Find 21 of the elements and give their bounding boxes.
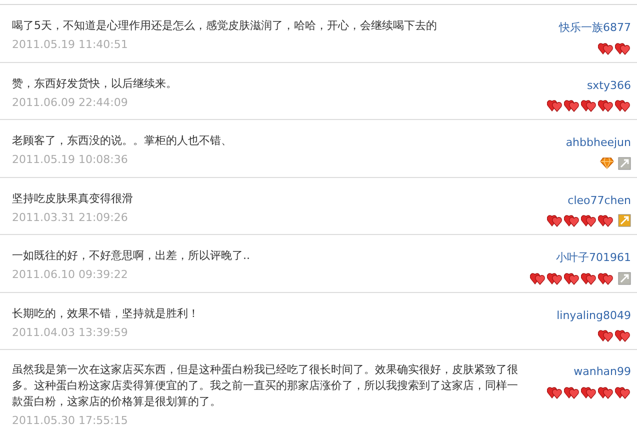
review-comment: 一如既往的好，不好意思啊，出差，所以评晚了..	[12, 248, 251, 264]
username-link[interactable]: sxty366	[586, 78, 631, 94]
review-comment: 老顾客了，东西没的说。。掌柜的人也不错、	[12, 133, 233, 149]
review-comment: 虽然我是第一次在这家店买东西，但是这种蛋白粉我已经吃了很长时间了。效果确实很好，皮肤紧致了很多。这种蛋白粉这家店卖得算便宜的了。我之前一直买的那家店涨价了，所以我搜索到了这家店，同样一款蛋白粉，这家店的价格算是很划算的了。	[12, 362, 519, 410]
review-time: 2011.06.10 09:39:22	[12, 267, 129, 283]
review-time: 2011.05.19 10:08:36	[12, 152, 129, 168]
username-link[interactable]: ahbbheejun	[566, 135, 631, 152]
review-time: 2011.05.19 11:40:51	[12, 37, 129, 53]
review-time: 2011.04.03 13:39:59	[12, 324, 129, 340]
review-comment: 赞，东西好发货快，以后继续来。	[12, 76, 178, 92]
review-time: 2011.03.31 21:09:26	[12, 210, 129, 226]
username-link[interactable]: wanhan99	[574, 364, 631, 380]
review-time: 2011.06.09 22:44:09	[12, 94, 129, 110]
review-comment: 坚持吃皮肤果真变得很滑	[12, 190, 134, 206]
username-link[interactable]: 小叶子701961	[556, 250, 631, 266]
username-link[interactable]: cleo77chen	[568, 192, 631, 209]
username-link[interactable]: linyaling8049	[556, 308, 631, 324]
username-link[interactable]: 快乐一族6877	[559, 20, 631, 36]
review-comment: 长期吃的，效果不错，坚持就是胜利！	[12, 306, 200, 322]
review-comment: 喝了5天，不知道是心理作用还是怎么，感觉皮肤滋润了，哈哈，开心，会继续喝下去的	[12, 18, 438, 34]
review-time: 2011.05.30 17:55:15	[12, 413, 129, 429]
